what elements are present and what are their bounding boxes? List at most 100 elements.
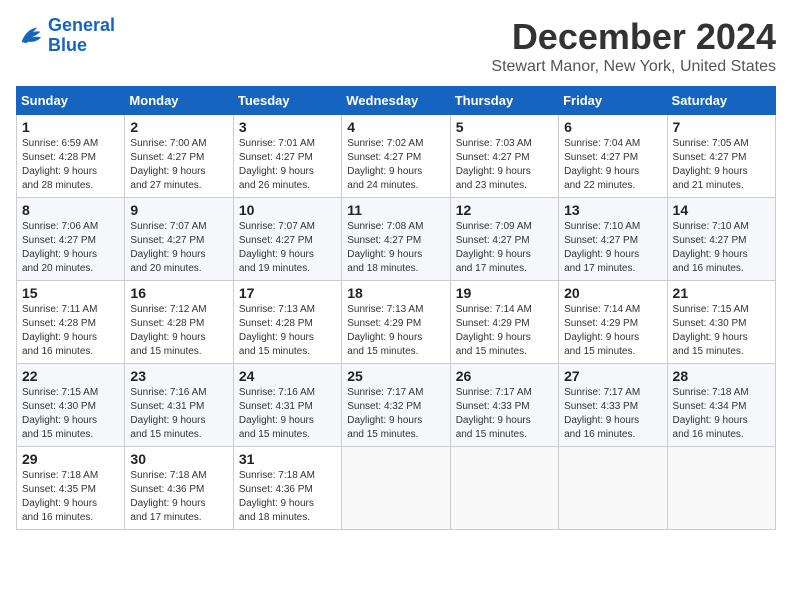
day-info: Sunrise: 7:07 AM Sunset: 4:27 PM Dayligh… [130,220,227,276]
day-number: 31 [239,451,336,467]
weekday-header-friday: Friday [559,87,667,115]
day-number: 16 [130,285,227,301]
day-info: Sunrise: 7:18 AM Sunset: 4:36 PM Dayligh… [239,469,336,525]
day-number: 21 [673,285,770,301]
day-info: Sunrise: 7:04 AM Sunset: 4:27 PM Dayligh… [564,137,661,193]
calendar-day-cell: 30Sunrise: 7:18 AM Sunset: 4:36 PM Dayli… [125,447,233,530]
day-info: Sunrise: 7:10 AM Sunset: 4:27 PM Dayligh… [673,220,770,276]
day-info: Sunrise: 7:18 AM Sunset: 4:34 PM Dayligh… [673,386,770,442]
calendar-day-cell: 12 Sunrise: 7:09 AM Sunset: 4:27 PM Dayli… [450,198,558,281]
calendar-day-cell: 18 Sunrise: 7:13 AM Sunset: 4:29 PM Dayli… [342,281,450,364]
calendar-week-row: 22 Sunrise: 7:15 AM Sunset: 4:30 PM Dayli… [17,364,776,447]
day-info: Sunrise: 6:59 AM Sunset: 4:28 PM Dayligh… [22,137,119,193]
calendar-day-cell: 24 Sunrise: 7:16 AM Sunset: 4:31 PM Dayli… [233,364,341,447]
calendar-day-cell [342,447,450,530]
day-info: Sunrise: 7:03 AM Sunset: 4:27 PM Dayligh… [456,137,553,193]
day-info: Sunrise: 7:17 AM Sunset: 4:33 PM Dayligh… [564,386,661,442]
day-info: Sunrise: 7:05 AM Sunset: 4:27 PM Dayligh… [673,137,770,193]
month-title: December 2024 [491,16,776,58]
logo-bird-icon [16,22,44,50]
day-number: 15 [22,285,119,301]
calendar-day-cell: 14 Sunrise: 7:10 AM Sunset: 4:27 PM Dayli… [667,198,775,281]
day-info: Sunrise: 7:15 AM Sunset: 4:30 PM Dayligh… [22,386,119,442]
calendar-day-cell [667,447,775,530]
weekday-header-thursday: Thursday [450,87,558,115]
day-number: 29 [22,451,119,467]
calendar-week-row: 29 Sunrise: 7:18 AM Sunset: 4:35 PM Dayli… [17,447,776,530]
day-number: 13 [564,202,661,218]
day-info: Sunrise: 7:18 AM Sunset: 4:35 PM Dayligh… [22,469,119,525]
calendar-day-cell: 17Sunrise: 7:13 AM Sunset: 4:28 PM Dayli… [233,281,341,364]
day-info: Sunrise: 7:17 AM Sunset: 4:33 PM Dayligh… [456,386,553,442]
calendar-day-cell: 10 Sunrise: 7:07 AM Sunset: 4:27 PM Dayli… [233,198,341,281]
day-number: 12 [456,202,553,218]
day-info: Sunrise: 7:02 AM Sunset: 4:27 PM Dayligh… [347,137,444,193]
day-number: 4 [347,119,444,135]
day-number: 23 [130,368,227,384]
calendar-day-cell: 8 Sunrise: 7:06 AM Sunset: 4:27 PM Daylig… [17,198,125,281]
day-info: Sunrise: 7:14 AM Sunset: 4:29 PM Dayligh… [564,303,661,359]
weekday-header-row: SundayMondayTuesdayWednesdayThursdayFrid… [17,87,776,115]
calendar-day-cell: 1 Sunrise: 6:59 AM Sunset: 4:28 PM Daylig… [17,115,125,198]
calendar-day-cell: 11 Sunrise: 7:08 AM Sunset: 4:27 PM Dayli… [342,198,450,281]
calendar-week-row: 1 Sunrise: 6:59 AM Sunset: 4:28 PM Daylig… [17,115,776,198]
calendar-day-cell: 31 Sunrise: 7:18 AM Sunset: 4:36 PM Dayli… [233,447,341,530]
day-number: 24 [239,368,336,384]
calendar-day-cell: 15 Sunrise: 7:11 AM Sunset: 4:28 PM Dayli… [17,281,125,364]
location-title: Stewart Manor, New York, United States [491,58,776,76]
day-info: Sunrise: 7:13 AM Sunset: 4:29 PM Dayligh… [347,303,444,359]
day-number: 1 [22,119,119,135]
day-number: 8 [22,202,119,218]
logo-text: General Blue [48,16,115,56]
calendar-day-cell [450,447,558,530]
calendar-day-cell: 19Sunrise: 7:14 AM Sunset: 4:29 PM Dayli… [450,281,558,364]
weekday-header-wednesday: Wednesday [342,87,450,115]
day-number: 19 [456,285,553,301]
day-info: Sunrise: 7:08 AM Sunset: 4:27 PM Dayligh… [347,220,444,276]
calendar-week-row: 8 Sunrise: 7:06 AM Sunset: 4:27 PM Daylig… [17,198,776,281]
calendar-week-row: 15 Sunrise: 7:11 AM Sunset: 4:28 PM Dayli… [17,281,776,364]
day-number: 27 [564,368,661,384]
day-info: Sunrise: 7:10 AM Sunset: 4:27 PM Dayligh… [564,220,661,276]
day-number: 6 [564,119,661,135]
day-number: 30 [130,451,227,467]
logo-line2: Blue [48,35,87,55]
calendar-day-cell: 16Sunrise: 7:12 AM Sunset: 4:28 PM Dayli… [125,281,233,364]
calendar-day-cell: 29 Sunrise: 7:18 AM Sunset: 4:35 PM Dayli… [17,447,125,530]
logo: General Blue [16,16,115,56]
day-info: Sunrise: 7:06 AM Sunset: 4:27 PM Dayligh… [22,220,119,276]
day-number: 3 [239,119,336,135]
day-info: Sunrise: 7:01 AM Sunset: 4:27 PM Dayligh… [239,137,336,193]
calendar-day-cell: 3 Sunrise: 7:01 AM Sunset: 4:27 PM Daylig… [233,115,341,198]
calendar-table: SundayMondayTuesdayWednesdayThursdayFrid… [16,86,776,530]
day-info: Sunrise: 7:15 AM Sunset: 4:30 PM Dayligh… [673,303,770,359]
calendar-day-cell: 5Sunrise: 7:03 AM Sunset: 4:27 PM Daylig… [450,115,558,198]
day-info: Sunrise: 7:16 AM Sunset: 4:31 PM Dayligh… [239,386,336,442]
weekday-header-sunday: Sunday [17,87,125,115]
logo-line1: General [48,15,115,35]
day-info: Sunrise: 7:09 AM Sunset: 4:27 PM Dayligh… [456,220,553,276]
day-number: 20 [564,285,661,301]
calendar-day-cell: 13 Sunrise: 7:10 AM Sunset: 4:27 PM Dayli… [559,198,667,281]
calendar-day-cell: 28Sunrise: 7:18 AM Sunset: 4:34 PM Dayli… [667,364,775,447]
day-info: Sunrise: 7:00 AM Sunset: 4:27 PM Dayligh… [130,137,227,193]
day-number: 10 [239,202,336,218]
day-number: 25 [347,368,444,384]
calendar-day-cell: 25Sunrise: 7:17 AM Sunset: 4:32 PM Dayli… [342,364,450,447]
day-number: 22 [22,368,119,384]
day-number: 17 [239,285,336,301]
day-number: 18 [347,285,444,301]
day-number: 11 [347,202,444,218]
calendar-day-cell: 7 Sunrise: 7:05 AM Sunset: 4:27 PM Daylig… [667,115,775,198]
page-header: General Blue December 2024 Stewart Manor… [16,16,776,76]
day-number: 14 [673,202,770,218]
calendar-day-cell: 20 Sunrise: 7:14 AM Sunset: 4:29 PM Dayli… [559,281,667,364]
day-number: 2 [130,119,227,135]
day-number: 7 [673,119,770,135]
calendar-day-cell: 9Sunrise: 7:07 AM Sunset: 4:27 PM Daylig… [125,198,233,281]
weekday-header-saturday: Saturday [667,87,775,115]
day-info: Sunrise: 7:11 AM Sunset: 4:28 PM Dayligh… [22,303,119,359]
calendar-day-cell [559,447,667,530]
day-number: 26 [456,368,553,384]
day-info: Sunrise: 7:07 AM Sunset: 4:27 PM Dayligh… [239,220,336,276]
